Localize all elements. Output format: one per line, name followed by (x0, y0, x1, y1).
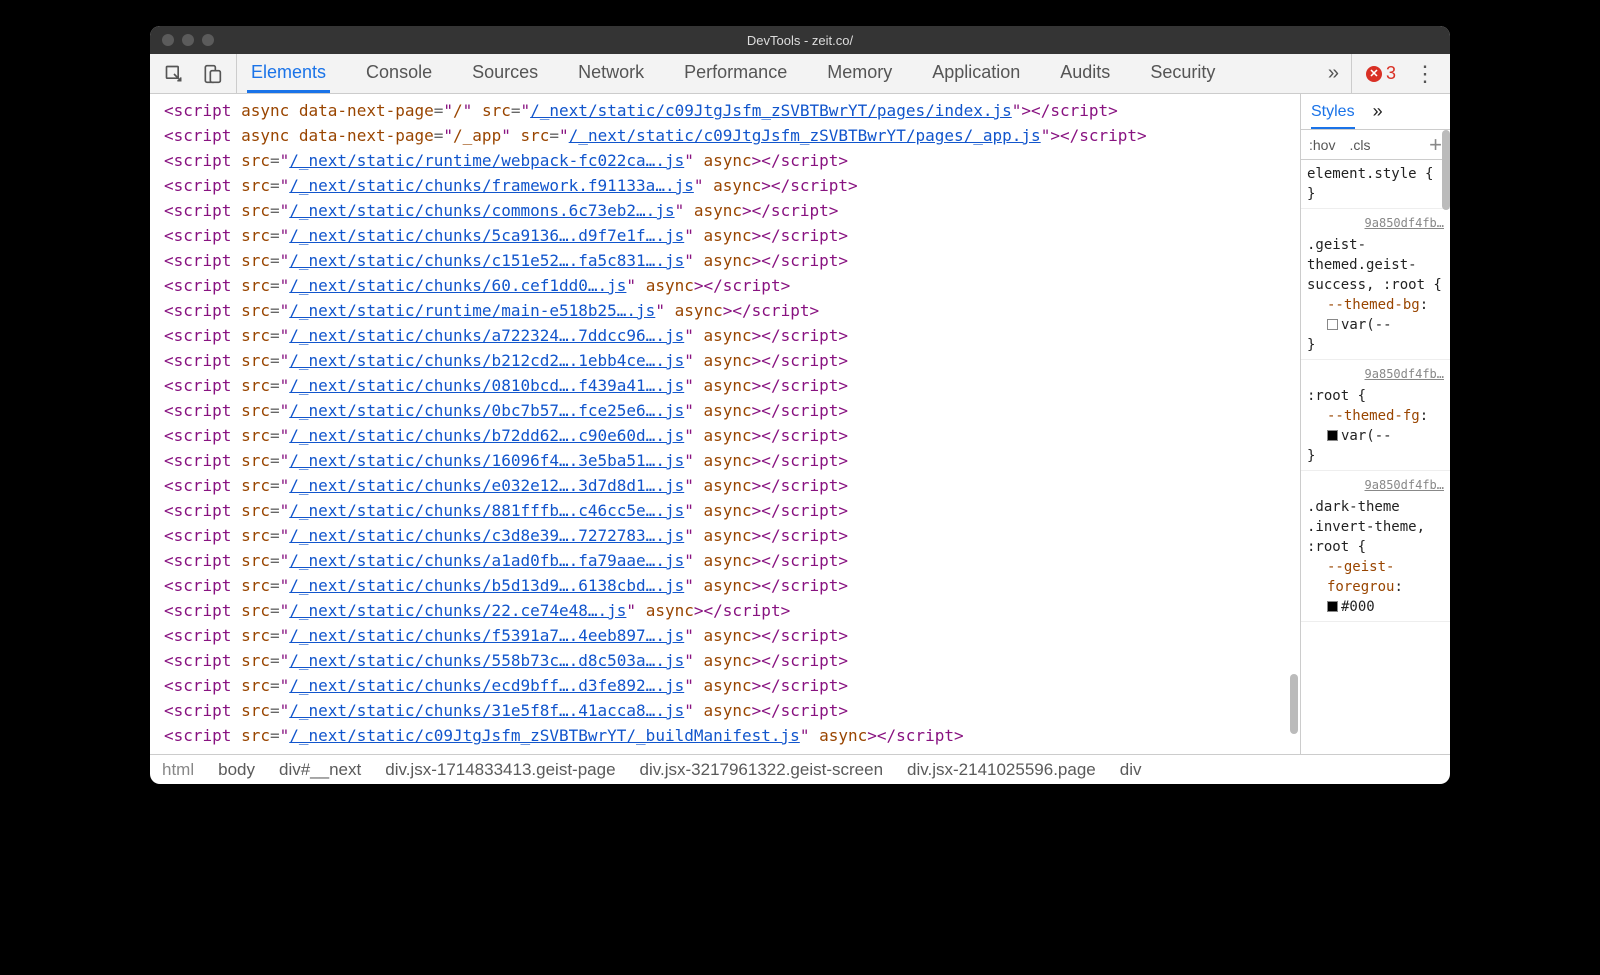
panel-tabs: Elements Console Sources Network Performance… (237, 54, 1316, 93)
window-title: DevTools - zeit.co/ (150, 33, 1450, 48)
more-tabs-icon[interactable]: » (1316, 54, 1351, 93)
dom-node[interactable]: <script src="/_next/static/runtime/main-… (164, 298, 1300, 323)
error-icon: ✕ (1366, 66, 1382, 82)
breadcrumb-item[interactable]: html (162, 760, 194, 780)
tab-memory[interactable]: Memory (823, 54, 896, 93)
breadcrumb-item[interactable]: div.jsx-1714833413.geist-page (385, 760, 615, 780)
dom-node[interactable]: <script src="/_next/static/chunks/c151e5… (164, 248, 1300, 273)
breadcrumb-item[interactable]: div#__next (279, 760, 361, 780)
class-toggle[interactable]: .cls (1349, 137, 1370, 153)
error-badge[interactable]: ✕ 3 (1366, 63, 1396, 84)
dom-node[interactable]: <script src="/_next/static/chunks/a1ad0f… (164, 548, 1300, 573)
dom-node[interactable]: <script src="/_next/static/chunks/881fff… (164, 498, 1300, 523)
dom-node[interactable]: <script src="/_next/static/chunks/558b73… (164, 648, 1300, 673)
style-rule[interactable]: 9a850df4fb…:root {--themed-fg:var(--} (1301, 360, 1450, 471)
dom-node[interactable]: <script src="/_next/static/chunks/b212cd… (164, 348, 1300, 373)
dom-node[interactable]: <script src="/_next/static/runtime/webpa… (164, 148, 1300, 173)
elements-tree[interactable]: <script async data-next-page="/" src="/_… (150, 94, 1300, 754)
rule-source-link[interactable]: 9a850df4fb… (1307, 475, 1444, 495)
dom-node[interactable]: <script src="/_next/static/chunks/framew… (164, 173, 1300, 198)
tab-security[interactable]: Security (1146, 54, 1219, 93)
devtools-window: DevTools - zeit.co/ Elements Console Sourc… (150, 26, 1450, 784)
hover-toggle[interactable]: :hov (1309, 137, 1335, 153)
breadcrumb-item[interactable]: div (1120, 760, 1142, 780)
zoom-dot[interactable] (202, 34, 214, 46)
dom-node[interactable]: <script src="/_next/static/chunks/c3d8e3… (164, 523, 1300, 548)
dom-node[interactable]: <script src="/_next/static/chunks/common… (164, 198, 1300, 223)
toolbar-icons (150, 54, 237, 93)
dom-node[interactable]: <script src="/_next/static/chunks/60.cef… (164, 273, 1300, 298)
dom-node[interactable]: <script src="/_next/static/chunks/0810bc… (164, 373, 1300, 398)
tab-network[interactable]: Network (574, 54, 648, 93)
dom-node[interactable]: <script src="/_next/static/c09JtgJsfm_zS… (164, 723, 1300, 748)
style-rules[interactable]: element.style {}9a850df4fb….geist-themed… (1301, 160, 1450, 622)
styles-panel: Styles » :hov .cls + element.style {}9a8… (1300, 94, 1450, 754)
styles-tabs: Styles » (1301, 94, 1450, 130)
tab-styles[interactable]: Styles (1311, 103, 1355, 129)
dom-node[interactable]: <script async data-next-page="/" src="/_… (164, 98, 1300, 123)
dom-node[interactable]: <script async data-next-page="/_app" src… (164, 123, 1300, 148)
minimize-dot[interactable] (182, 34, 194, 46)
content: <script async data-next-page="/" src="/_… (150, 94, 1450, 754)
styles-filter-bar: :hov .cls + (1301, 130, 1450, 160)
new-style-rule-icon[interactable]: + (1429, 132, 1442, 158)
dom-node[interactable]: <script src="/_next/static/chunks/22.ce7… (164, 598, 1300, 623)
scrollbar-thumb[interactable] (1290, 674, 1298, 734)
dom-node[interactable]: <script src="/_next/static/chunks/b72dd6… (164, 423, 1300, 448)
breadcrumb-item[interactable]: body (218, 760, 255, 780)
tab-application[interactable]: Application (928, 54, 1024, 93)
dom-node[interactable]: <script src="/_next/static/chunks/e032e1… (164, 473, 1300, 498)
inspect-icon[interactable] (164, 64, 184, 84)
dom-node[interactable]: <script src="/_next/static/chunks/f5391a… (164, 623, 1300, 648)
style-rule[interactable]: element.style {} (1301, 160, 1450, 209)
breadcrumb-item[interactable]: div.jsx-3217961322.geist-screen (640, 760, 884, 780)
more-styles-tabs-icon[interactable]: » (1373, 101, 1383, 122)
dom-node[interactable]: <script src="/_next/static/chunks/31e5f8… (164, 698, 1300, 723)
dom-breadcrumb: html body div#__next div.jsx-1714833413.gei… (150, 754, 1450, 784)
titlebar: DevTools - zeit.co/ (150, 26, 1450, 54)
error-count: 3 (1386, 63, 1396, 84)
style-rule[interactable]: 9a850df4fb….dark-theme .invert-theme, :r… (1301, 471, 1450, 622)
traffic-lights (162, 34, 214, 46)
dom-node[interactable]: <script src="/_next/static/chunks/0bc7b5… (164, 398, 1300, 423)
tab-elements[interactable]: Elements (247, 54, 330, 93)
rule-source-link[interactable]: 9a850df4fb… (1307, 364, 1444, 384)
rule-source-link[interactable]: 9a850df4fb… (1307, 213, 1444, 233)
dom-node[interactable]: <script src="/_next/static/chunks/16096f… (164, 448, 1300, 473)
main-toolbar: Elements Console Sources Network Performance… (150, 54, 1450, 94)
device-toggle-icon[interactable] (202, 64, 222, 84)
dom-node[interactable]: <script src="/_next/static/chunks/5ca913… (164, 223, 1300, 248)
dom-node[interactable]: <script src="/_next/static/chunks/a72232… (164, 323, 1300, 348)
styles-scrollbar-thumb[interactable] (1442, 130, 1450, 210)
dom-node[interactable]: <script src="/_next/static/chunks/ecd9bf… (164, 673, 1300, 698)
dom-node[interactable]: <script src="/_next/static/chunks/b5d13d… (164, 573, 1300, 598)
tab-performance[interactable]: Performance (680, 54, 791, 93)
tab-audits[interactable]: Audits (1056, 54, 1114, 93)
tab-console[interactable]: Console (362, 54, 436, 93)
close-dot[interactable] (162, 34, 174, 46)
tab-sources[interactable]: Sources (468, 54, 542, 93)
style-rule[interactable]: 9a850df4fb….geist-themed.geist-success, … (1301, 209, 1450, 360)
breadcrumb-item[interactable]: div.jsx-2141025596.page (907, 760, 1096, 780)
